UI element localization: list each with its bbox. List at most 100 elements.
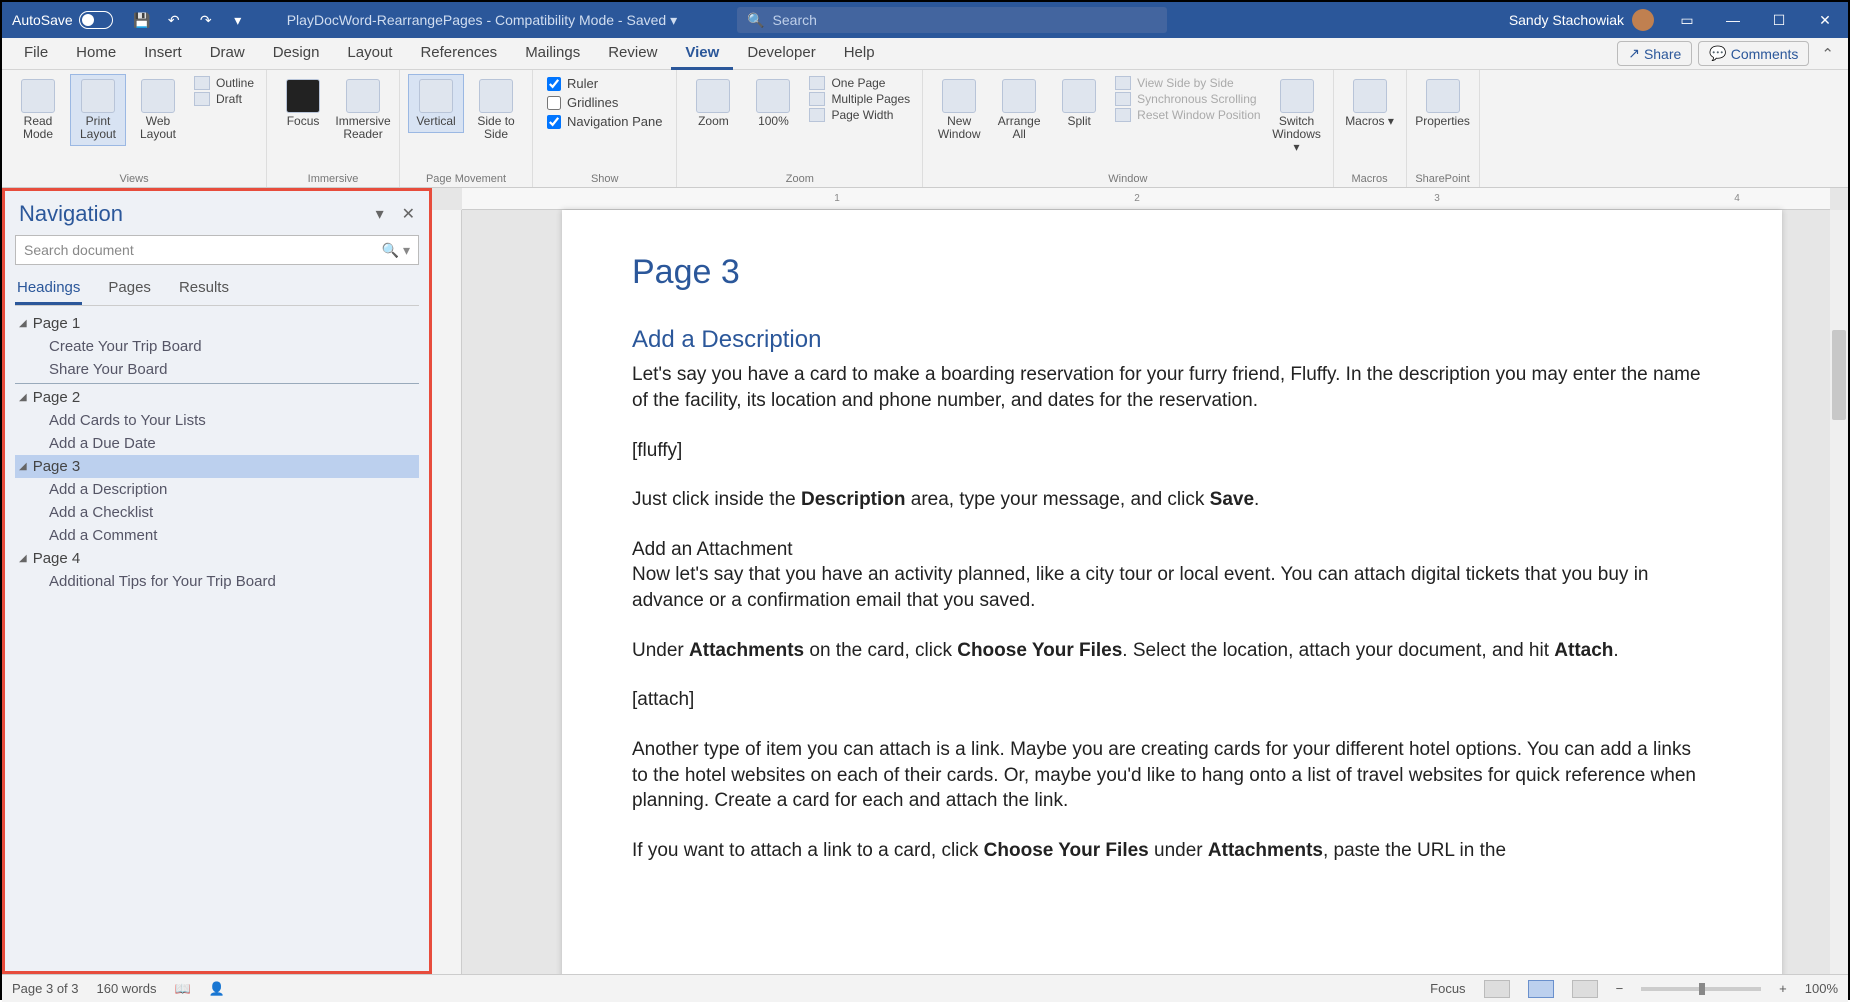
- search-icon: 🔍: [747, 12, 764, 29]
- web-layout-view-icon[interactable]: [1572, 980, 1598, 998]
- nav-heading-item[interactable]: ◢Page 4: [15, 547, 419, 570]
- body-text: [attach]: [632, 687, 1712, 713]
- accessibility-icon[interactable]: 👤: [209, 981, 225, 997]
- search-box[interactable]: 🔍 Search: [737, 7, 1167, 33]
- document-page[interactable]: Page 3 Add a Description Let's say you h…: [562, 210, 1782, 974]
- nav-close-icon[interactable]: ✕: [402, 204, 415, 224]
- body-text: Add an AttachmentNow let's say that you …: [632, 537, 1712, 614]
- nav-heading-item[interactable]: Add a Checklist: [15, 501, 419, 524]
- tab-references[interactable]: References: [406, 38, 511, 70]
- status-bar: Page 3 of 3 160 words 📖 👤 Focus − + 100%: [2, 974, 1848, 1002]
- zoom-in-icon[interactable]: +: [1779, 981, 1787, 996]
- zoom-out-icon[interactable]: −: [1616, 981, 1624, 996]
- page-width-button[interactable]: Page Width: [809, 108, 910, 122]
- ribbon-options-icon[interactable]: ▭: [1664, 2, 1710, 38]
- nav-heading-item[interactable]: ◢Page 2: [15, 386, 419, 409]
- nav-tab-results[interactable]: Results: [177, 275, 231, 305]
- immersive-reader-button[interactable]: Immersive Reader: [335, 74, 391, 146]
- horizontal-ruler[interactable]: 123456: [462, 188, 1830, 210]
- print-layout-view-icon[interactable]: [1528, 980, 1554, 998]
- group-show-label: Show: [541, 171, 668, 185]
- group-window-label: Window: [931, 171, 1324, 185]
- one-page-button[interactable]: One Page: [809, 76, 910, 90]
- tab-view[interactable]: View: [671, 38, 733, 70]
- nav-heading-item[interactable]: Add a Description: [15, 478, 419, 501]
- word-count[interactable]: 160 words: [97, 981, 157, 996]
- page-indicator[interactable]: Page 3 of 3: [12, 981, 79, 996]
- nav-heading-item[interactable]: Additional Tips for Your Trip Board: [15, 570, 419, 593]
- outline-button[interactable]: Outline: [194, 76, 254, 90]
- new-window-button[interactable]: New Window: [931, 74, 987, 146]
- body-text: [fluffy]: [632, 438, 1712, 464]
- vertical-ruler[interactable]: [432, 210, 462, 974]
- zoom-button[interactable]: Zoom: [685, 74, 741, 133]
- group-zoom-label: Zoom: [685, 171, 914, 185]
- arrange-all-button[interactable]: Arrange All: [991, 74, 1047, 146]
- ruler-checkbox[interactable]: Ruler: [547, 76, 662, 91]
- read-mode-view-icon[interactable]: [1484, 980, 1510, 998]
- body-text: Let's say you have a card to make a boar…: [632, 362, 1712, 413]
- vertical-scrollbar[interactable]: [1830, 210, 1848, 974]
- nav-heading-item[interactable]: Create Your Trip Board: [15, 335, 419, 358]
- nav-heading-item[interactable]: ◢Page 1: [15, 312, 419, 335]
- zoom-level[interactable]: 100%: [1805, 981, 1838, 996]
- minimize-icon[interactable]: —: [1710, 2, 1756, 38]
- group-immersive-label: Immersive: [275, 171, 391, 185]
- nav-heading-item[interactable]: Share Your Board: [15, 358, 419, 381]
- autosave-toggle[interactable]: [79, 11, 113, 29]
- multiple-pages-button[interactable]: Multiple Pages: [809, 92, 910, 106]
- share-button[interactable]: ↗ Share: [1617, 41, 1692, 66]
- nav-heading-item[interactable]: ◢Page 3: [15, 455, 419, 478]
- close-icon[interactable]: ✕: [1802, 2, 1848, 38]
- tab-design[interactable]: Design: [259, 38, 334, 70]
- group-page-movement-label: Page Movement: [408, 171, 524, 185]
- switch-windows-button[interactable]: Switch Windows ▾: [1269, 74, 1325, 160]
- tab-layout[interactable]: Layout: [333, 38, 406, 70]
- nav-search-input[interactable]: Search document 🔍 ▾: [15, 235, 419, 265]
- nav-search-icon: 🔍 ▾: [382, 242, 410, 259]
- maximize-icon[interactable]: ☐: [1756, 2, 1802, 38]
- focus-button[interactable]: Focus: [275, 74, 331, 133]
- tab-draw[interactable]: Draw: [196, 38, 259, 70]
- nav-dropdown-icon[interactable]: ▾: [376, 204, 384, 224]
- ribbon-collapse-icon[interactable]: ⌃: [1815, 45, 1840, 63]
- nav-heading-item[interactable]: Add a Comment: [15, 524, 419, 547]
- navigation-pane-checkbox[interactable]: Navigation Pane: [547, 114, 662, 129]
- tab-help[interactable]: Help: [830, 38, 889, 70]
- save-icon[interactable]: 💾: [133, 11, 151, 29]
- zoom-100-button[interactable]: 100%: [745, 74, 801, 133]
- tab-insert[interactable]: Insert: [130, 38, 196, 70]
- tab-home[interactable]: Home: [62, 38, 130, 70]
- nav-heading-item[interactable]: Add Cards to Your Lists: [15, 409, 419, 432]
- side-to-side-button[interactable]: Side to Side: [468, 74, 524, 146]
- tab-mailings[interactable]: Mailings: [511, 38, 594, 70]
- properties-button[interactable]: Properties: [1415, 74, 1471, 133]
- nav-heading-item[interactable]: Add a Due Date: [15, 432, 419, 455]
- tab-developer[interactable]: Developer: [733, 38, 829, 70]
- focus-mode[interactable]: Focus: [1430, 981, 1465, 996]
- undo-icon[interactable]: ↶: [165, 11, 183, 29]
- vertical-button[interactable]: Vertical: [408, 74, 464, 133]
- macros-button[interactable]: Macros ▾: [1342, 74, 1398, 133]
- tab-file[interactable]: File: [10, 38, 62, 70]
- qat-dropdown-icon[interactable]: ▾: [229, 11, 247, 29]
- tab-review[interactable]: Review: [594, 38, 671, 70]
- section-heading: Add a Description: [632, 324, 1712, 356]
- avatar[interactable]: [1632, 9, 1654, 31]
- group-macros-label: Macros: [1342, 171, 1398, 185]
- draft-button[interactable]: Draft: [194, 92, 254, 106]
- comments-button[interactable]: 💬 Comments: [1698, 41, 1809, 66]
- read-mode-button[interactable]: Read Mode: [10, 74, 66, 146]
- split-button[interactable]: Split: [1051, 74, 1107, 133]
- body-text: Just click inside the Description area, …: [632, 487, 1712, 513]
- ribbon: Read Mode Print Layout Web Layout Outlin…: [2, 70, 1848, 188]
- redo-icon[interactable]: ↷: [197, 11, 215, 29]
- gridlines-checkbox[interactable]: Gridlines: [547, 95, 662, 110]
- print-layout-button[interactable]: Print Layout: [70, 74, 126, 146]
- nav-tab-headings[interactable]: Headings: [15, 275, 82, 305]
- spellcheck-icon[interactable]: 📖: [174, 981, 190, 997]
- zoom-slider[interactable]: [1641, 987, 1761, 991]
- nav-tab-pages[interactable]: Pages: [106, 275, 153, 305]
- web-layout-button[interactable]: Web Layout: [130, 74, 186, 146]
- navigation-title: Navigation: [19, 201, 123, 227]
